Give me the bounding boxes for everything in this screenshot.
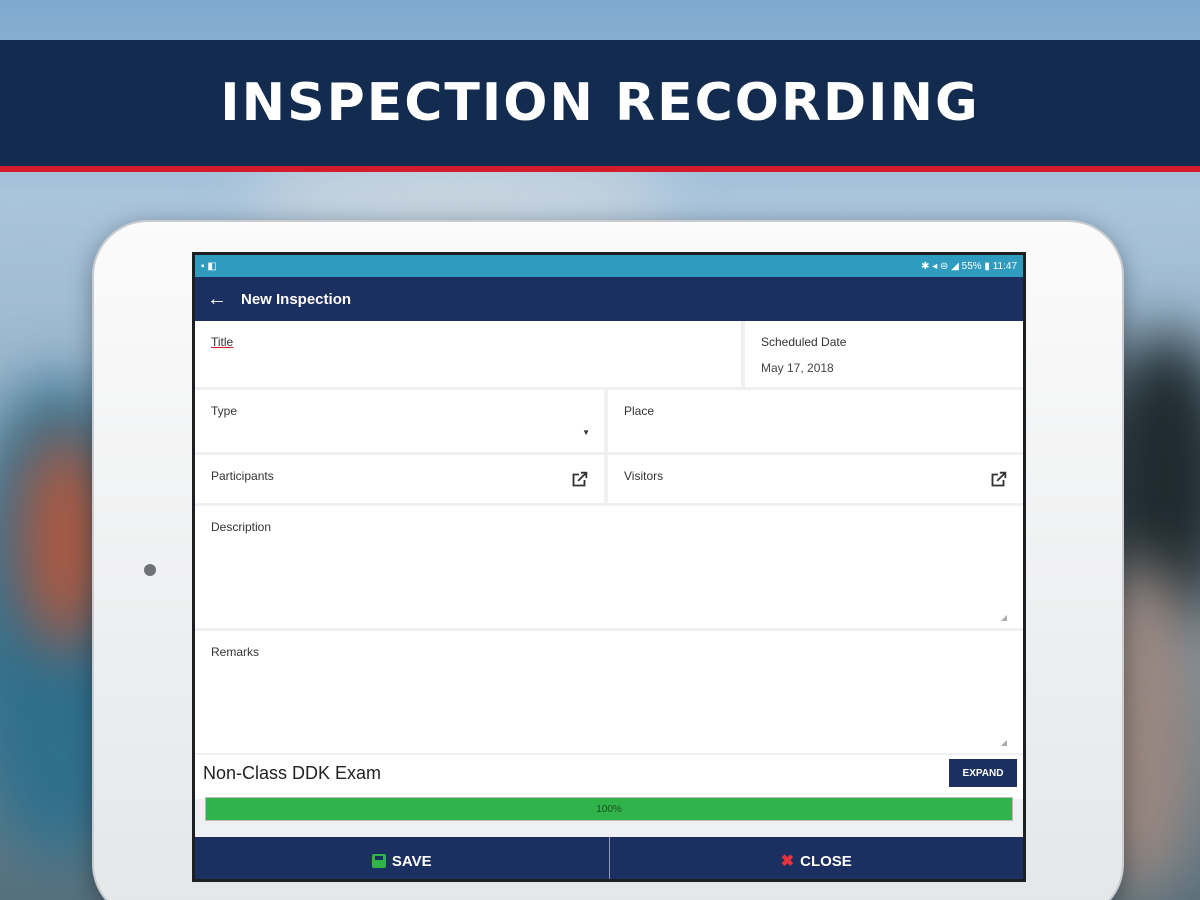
title-field[interactable]: Title — [195, 321, 741, 387]
back-arrow-icon[interactable]: ← — [207, 288, 241, 311]
description-label: Description — [211, 520, 272, 534]
banner-title: INSPECTION RECORDING — [220, 73, 980, 133]
scheduled-date-value: May 17, 2018 — [761, 361, 834, 375]
save-icon — [371, 854, 386, 868]
type-label: Type — [211, 404, 238, 418]
save-label: SAVE — [391, 852, 432, 870]
app-bar: ← New Inspection — [195, 277, 1023, 321]
dropdown-caret-icon: ▼ — [582, 428, 590, 437]
page-title: New Inspection — [241, 290, 352, 308]
app-screen: ▪ ◧ ✱ ◂ ⊜ ◢ 55% ▮ 11:47 ← New Inspection… — [192, 252, 1026, 882]
close-label: CLOSE — [800, 852, 852, 870]
action-bar: SAVE ✖ CLOSE — [195, 837, 1024, 879]
progress-label: 100% — [596, 803, 622, 815]
tablet-camera-dot — [144, 564, 156, 576]
inspection-form: Title Scheduled Date May 17, 2018 Type ▼… — [195, 321, 1023, 837]
exam-title: Non-Class DDK Exam — [203, 763, 382, 783]
open-external-icon[interactable] — [568, 469, 590, 491]
open-external-icon[interactable] — [987, 469, 1009, 491]
resize-handle-icon[interactable]: ◢ — [1001, 738, 1007, 747]
visitors-field[interactable]: Visitors — [608, 455, 1023, 503]
visitors-label: Visitors — [624, 469, 664, 483]
title-label: Title — [211, 335, 234, 349]
expand-button[interactable]: EXPAND — [949, 759, 1017, 787]
status-left-icons: ▪ ◧ — [201, 260, 217, 272]
participants-label: Participants — [211, 469, 274, 483]
participants-field[interactable]: Participants — [195, 455, 604, 503]
resize-handle-icon[interactable]: ◢ — [1001, 613, 1007, 622]
close-button[interactable]: ✖ CLOSE — [608, 837, 1024, 879]
place-label: Place — [624, 404, 655, 418]
scheduled-date-label: Scheduled Date — [761, 335, 847, 349]
close-icon: ✖ — [780, 853, 795, 870]
type-select[interactable]: Type ▼ — [195, 390, 604, 452]
status-right-info: ✱ ◂ ⊜ ◢ 55% ▮ 11:47 — [921, 260, 1017, 272]
description-textarea[interactable]: Description ◢ — [195, 506, 1023, 628]
progress-bar: 100% — [205, 797, 1013, 821]
exam-row: Non-Class DDK Exam EXPAND — [195, 755, 1023, 799]
scheduled-date-field[interactable]: Scheduled Date May 17, 2018 — [745, 321, 1023, 387]
place-field[interactable]: Place — [608, 390, 1023, 452]
promo-banner: INSPECTION RECORDING — [0, 40, 1200, 172]
remarks-label: Remarks — [211, 645, 260, 659]
remarks-textarea[interactable]: Remarks ◢ — [195, 631, 1023, 753]
status-bar: ▪ ◧ ✱ ◂ ⊜ ◢ 55% ▮ 11:47 — [195, 255, 1023, 277]
save-button[interactable]: SAVE — [195, 837, 609, 879]
